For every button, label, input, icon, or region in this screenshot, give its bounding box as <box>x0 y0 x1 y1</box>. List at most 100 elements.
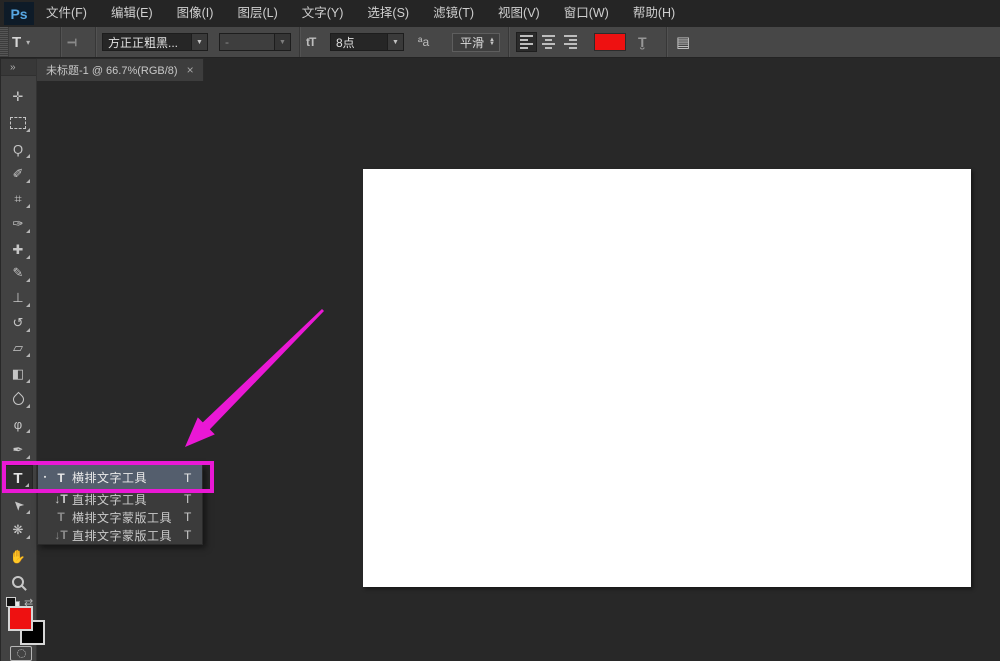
panels-icon: ▤ <box>676 33 690 51</box>
align-right-button[interactable] <box>560 32 581 52</box>
clone-stamp-icon: ⊥ <box>12 290 23 306</box>
tool-pen[interactable]: ✒ <box>3 438 33 462</box>
chevron-down-icon: ▾ <box>26 38 30 47</box>
flyout-item-label: 直排文字工具 <box>70 491 184 508</box>
menu-layer[interactable]: 图层(L) <box>225 0 289 27</box>
canvas[interactable] <box>363 169 971 587</box>
menu-image[interactable]: 图像(I) <box>165 0 226 27</box>
font-family-dropdown-icon[interactable]: ▼ <box>192 33 208 51</box>
flyout-item-shortcut: T <box>184 510 202 524</box>
menu-edit[interactable]: 编辑(E) <box>99 0 165 27</box>
annotation-arrow <box>185 309 324 447</box>
healing-brush-icon: ✚ <box>13 242 24 258</box>
menu-view[interactable]: 视图(V) <box>486 0 552 27</box>
font-family-value[interactable]: 方正正粗黑... <box>102 33 192 51</box>
ps-logo: Ps <box>4 2 34 25</box>
tool-dodge[interactable]: φ <box>3 412 33 436</box>
align-center-button[interactable] <box>538 32 559 52</box>
menu-filter[interactable]: 滤镜(T) <box>421 0 486 27</box>
anti-alias-icon: ªa <box>418 27 429 57</box>
vertical-type-icon: ↓T <box>52 492 70 506</box>
alignment-group <box>516 27 581 57</box>
document-title: 未标题-1 @ 66.7%(RGB/8) <box>46 62 178 78</box>
tool-crop[interactable]: ⌗ <box>3 187 33 211</box>
tool-move[interactable]: ✛ <box>3 85 33 109</box>
options-gripper[interactable] <box>0 27 9 57</box>
tool-preset-picker[interactable]: T ▾ <box>12 27 30 57</box>
selected-bullet-icon: ▪ <box>38 474 52 481</box>
document-tab[interactable]: 未标题-1 @ 66.7%(RGB/8) × <box>36 58 204 81</box>
menu-select[interactable]: 选择(S) <box>355 0 421 27</box>
eyedropper-icon: ✑ <box>13 216 24 232</box>
tool-history-brush[interactable]: ↺ <box>3 311 33 335</box>
tool-direct-selection[interactable]: ➤ <box>3 493 33 517</box>
flyout-item-shortcut: T <box>184 492 202 506</box>
font-size-dropdown-icon[interactable]: ▼ <box>388 33 404 51</box>
tool-eyedropper[interactable]: ✑ <box>3 212 33 236</box>
type-tool-icon: T <box>12 34 21 51</box>
toggle-panels-button[interactable]: ▤ <box>676 27 690 57</box>
text-color-fill <box>594 33 626 51</box>
tool-eraser[interactable]: ▱ <box>3 336 33 360</box>
tool-lasso[interactable]: Ϙ <box>3 137 33 161</box>
marquee-icon <box>10 117 26 129</box>
quick-mask-icon <box>17 649 26 658</box>
tool-quick-selection[interactable]: ✐ <box>3 162 33 186</box>
tool-rectangular-marquee[interactable] <box>3 111 33 135</box>
pen-icon: ✒ <box>13 442 24 458</box>
type-tool-flyout-menu: ▪ T 横排文字工具 T ↓T 直排文字工具 T T 横排文字蒙版工具 T ↓T… <box>37 464 203 545</box>
flyout-item-shortcut: T <box>184 471 202 485</box>
font-family-select[interactable]: 方正正粗黑... ▼ <box>102 27 208 57</box>
anti-alias-value: 平滑 <box>460 34 484 51</box>
tool-hand[interactable]: ✋ <box>3 545 33 569</box>
quick-mask-button[interactable] <box>10 646 32 661</box>
photoshop-window: Ps 文件(F) 编辑(E) 图像(I) 图层(L) 文字(Y) 选择(S) 滤… <box>0 0 1000 661</box>
tool-custom-shape[interactable]: ❋ <box>3 518 33 542</box>
tool-blur[interactable] <box>3 387 33 411</box>
history-brush-icon: ↺ <box>13 315 24 331</box>
flyout-item-label: 直排文字蒙版工具 <box>70 527 184 544</box>
font-size-value[interactable]: 8点 <box>330 33 388 51</box>
stepper-icon[interactable]: ▲▼ <box>489 38 495 46</box>
horizontal-type-mask-icon: T <box>52 510 70 524</box>
flyout-item-vertical-type[interactable]: ↓T 直排文字工具 T <box>38 490 202 508</box>
direct-selection-icon: ➤ <box>8 495 27 514</box>
tool-zoom[interactable] <box>3 570 33 594</box>
close-icon[interactable]: × <box>187 63 194 77</box>
blur-icon <box>10 391 26 407</box>
tool-clone-stamp[interactable]: ⊥ <box>3 286 33 310</box>
align-left-button[interactable] <box>516 32 537 52</box>
warp-text-button[interactable]: T̮ <box>638 27 647 57</box>
flyout-item-shortcut: T <box>184 528 202 542</box>
menu-window[interactable]: 窗口(W) <box>552 0 621 27</box>
gradient-icon: ◧ <box>12 366 24 382</box>
toolbar-collapse-button[interactable]: » <box>1 59 36 76</box>
flyout-item-horizontal-type-mask[interactable]: T 横排文字蒙版工具 T <box>38 508 202 526</box>
tool-type[interactable]: T <box>3 465 33 491</box>
flyout-item-vertical-type-mask[interactable]: ↓T 直排文字蒙版工具 T <box>38 526 202 544</box>
text-orientation-toggle[interactable]: T <box>68 27 76 57</box>
foreground-color-swatch[interactable] <box>8 606 33 631</box>
horizontal-type-icon: T <box>52 471 70 485</box>
menu-help[interactable]: 帮助(H) <box>621 0 687 27</box>
flyout-item-label: 横排文字蒙版工具 <box>70 509 184 526</box>
tool-gradient[interactable]: ◧ <box>3 362 33 386</box>
vertical-type-mask-icon: ↓T <box>52 528 70 542</box>
align-center-icon <box>542 35 555 49</box>
font-size-select[interactable]: 8点 ▼ <box>330 27 404 57</box>
move-icon: ✛ <box>13 89 24 105</box>
flyout-item-label: 横排文字工具 <box>70 469 184 486</box>
tool-spot-healing-brush[interactable]: ✚ <box>3 238 33 262</box>
flyout-item-horizontal-type[interactable]: ▪ T 横排文字工具 T <box>38 465 202 490</box>
anti-alias-select[interactable]: 平滑 ▲▼ <box>452 27 500 57</box>
custom-shape-icon: ❋ <box>13 522 24 538</box>
align-right-icon <box>564 35 577 49</box>
tool-brush[interactable]: ✎ <box>3 261 33 285</box>
dodge-icon: φ <box>14 417 22 432</box>
menu-type[interactable]: 文字(Y) <box>290 0 356 27</box>
lasso-icon: Ϙ <box>13 142 23 157</box>
menu-file[interactable]: 文件(F) <box>34 0 99 27</box>
font-style-dropdown-icon: ▼ <box>275 33 291 51</box>
brush-icon: ✎ <box>13 265 24 281</box>
text-color-swatch[interactable] <box>594 27 626 57</box>
